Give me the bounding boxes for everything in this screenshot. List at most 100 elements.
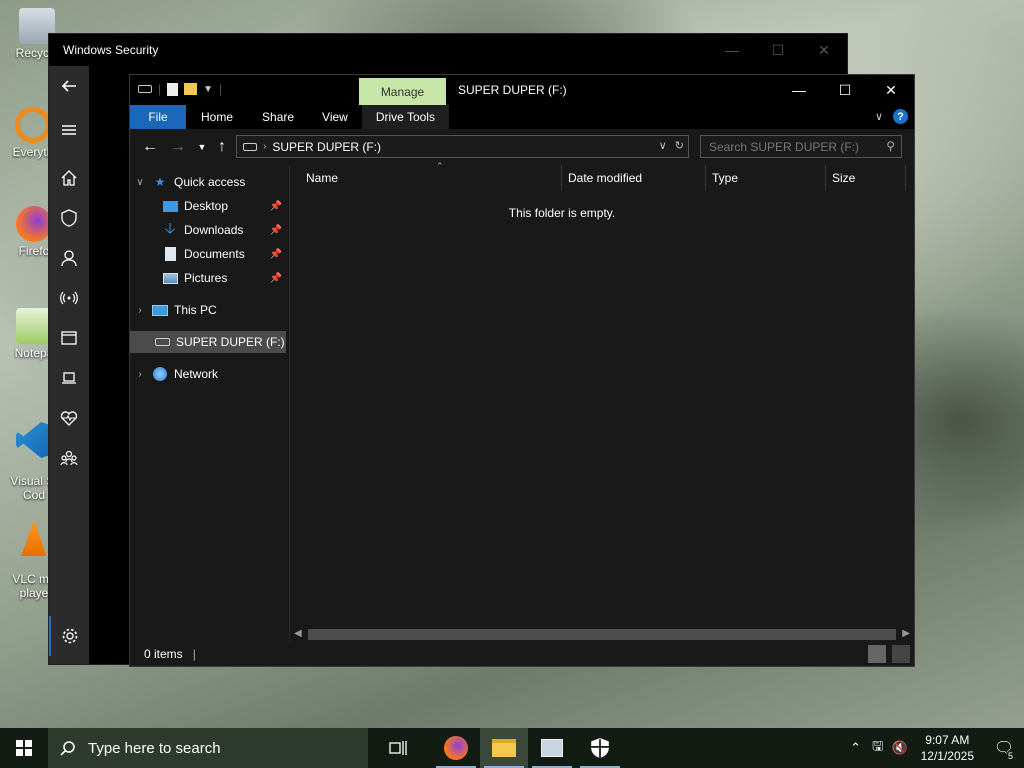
column-header-size[interactable]: Size [826,165,906,191]
sort-ascending-icon: ⌃ [436,161,444,171]
search-input[interactable] [701,136,871,157]
nav-item-pictures[interactable]: Pictures 📌 [130,267,286,289]
nav-item-this-pc[interactable]: › This PC [130,299,286,321]
settings-gear-icon[interactable] [49,616,89,656]
vlc-icon [21,520,47,556]
tab-file[interactable]: File [130,105,186,129]
back-arrow-icon[interactable]: ← [140,138,160,156]
tab-share[interactable]: Share [248,105,308,129]
maximize-button[interactable]: ☐ [755,34,801,66]
start-button[interactable] [0,728,48,768]
file-explorer-window: | ▼ | Manage SUPER DUPER (F:) — ☐ ✕ File… [129,74,915,667]
documents-folder-icon [162,247,178,261]
drive-icon [243,142,257,151]
quick-access-toolbar: | ▼ | [138,82,222,96]
breadcrumb[interactable]: SUPER DUPER (F:) [272,140,381,154]
nav-item-label: Pictures [184,271,228,285]
desktop-icon-label: Firefo [18,244,50,258]
expand-chevron-icon[interactable]: › [134,305,146,316]
account-icon[interactable] [49,238,89,278]
column-header-type[interactable]: Type [706,165,826,191]
taskbar-file-explorer[interactable] [480,728,528,768]
tab-view[interactable]: View [308,105,362,129]
properties-icon[interactable] [167,82,179,96]
clock[interactable]: 9:07 AM 12/1/2025 [911,732,984,764]
scroll-right-icon[interactable]: ▶ [902,628,910,639]
laptop-icon[interactable] [49,358,89,398]
clock-date: 12/1/2025 [920,749,974,763]
file-list: Name ⌃ Date modified Type Size This fold… [290,161,914,641]
new-folder-icon[interactable] [184,83,198,95]
taskbar-windows-security[interactable] [576,728,624,768]
nav-item-super-duper-drive[interactable]: SUPER DUPER (F:) [130,331,286,353]
task-view-button[interactable] [374,728,422,768]
wireless-icon[interactable] [49,278,89,318]
file-explorer-icon [492,739,516,757]
hamburger-menu-icon[interactable] [49,110,89,150]
large-icons-view-icon[interactable] [892,645,910,663]
expand-chevron-icon[interactable]: › [134,369,146,380]
search-box: ⚲ [700,135,902,158]
nav-item-documents[interactable]: Documents 📌 [130,243,286,265]
tab-manage[interactable]: Manage [359,78,446,105]
taskbar-firefox[interactable] [432,728,480,768]
pin-icon[interactable]: 📌 [270,201,282,212]
close-button[interactable]: ✕ [868,75,914,105]
drive-icon [138,85,152,93]
pin-icon[interactable]: 📌 [270,249,282,260]
nav-item-desktop[interactable]: Desktop 📌 [130,195,286,217]
home-icon[interactable] [49,158,89,198]
family-icon[interactable] [49,438,89,478]
search-icon[interactable]: ⚲ [886,139,895,153]
nav-item-label: Desktop [184,199,229,213]
scroll-left-icon[interactable]: ◀ [294,628,302,639]
navigation-pane: ∨ ★ Quick access Desktop 📌 🡣 Downloads 📌… [130,165,290,641]
details-view-icon[interactable] [868,645,886,663]
vscode-icon [16,422,52,458]
address-bar[interactable]: › SUPER DUPER (F:) ∨ ↻ [236,135,689,158]
nav-item-downloads[interactable]: 🡣 Downloads 📌 [130,219,286,241]
shield-icon[interactable] [49,198,89,238]
pin-icon[interactable]: 📌 [270,273,282,284]
heart-health-icon[interactable] [49,398,89,438]
help-icon[interactable]: ? [893,109,908,124]
status-bar: 0 items | [130,642,914,666]
minimize-button[interactable]: — [709,34,755,66]
nav-item-label: Quick access [174,175,246,189]
tab-drive-tools[interactable]: Drive Tools [361,105,449,129]
tab-home[interactable]: Home [186,105,248,129]
windows-security-icon [591,738,609,758]
horizontal-scrollbar[interactable]: ◀ ▶ [290,627,914,642]
address-dropdown-icon[interactable]: ∨ [659,139,667,152]
nav-item-label: SUPER DUPER (F:) [176,335,285,349]
taskbar-search-box[interactable]: Type here to search [48,728,368,768]
address-row: ← → ▼ ↑ › SUPER DUPER (F:) ∨ ↻ ⚲ [130,129,914,165]
recent-locations-chevron-icon[interactable]: ▼ [192,138,212,156]
minimize-button[interactable]: — [776,75,822,105]
separator: | [219,82,223,96]
network-status-icon[interactable]: 🖫 [867,728,889,768]
up-arrow-icon[interactable]: ↑ [212,138,232,156]
nav-item-quick-access[interactable]: ∨ ★ Quick access [130,171,286,193]
column-header-name[interactable]: Name ⌃ [300,161,562,191]
everything-search-icon [15,107,51,143]
maximize-button[interactable]: ☐ [822,75,868,105]
expand-chevron-icon[interactable]: ∨ [134,177,146,188]
customize-qat-icon[interactable]: ▼ [203,84,213,95]
pin-icon[interactable]: 📌 [270,225,282,236]
nav-item-network[interactable]: › Network [130,363,286,385]
volume-muted-icon[interactable]: 🔇 [889,728,911,768]
forward-arrow-icon[interactable]: → [168,138,188,156]
scroll-thumb[interactable] [308,629,896,640]
column-header-date-modified[interactable]: Date modified [562,165,706,191]
clock-time: 9:07 AM [925,733,970,747]
app-browser-icon[interactable] [49,318,89,358]
taskbar-task-manager[interactable] [528,728,576,768]
nav-item-label: Network [174,367,219,381]
refresh-icon[interactable]: ↻ [675,139,684,152]
notifications-button[interactable]: 🗨 5 [984,728,1024,768]
expand-ribbon-icon[interactable]: ∨ [875,110,883,123]
show-hidden-icons-chevron-icon[interactable]: ⌃ [845,728,867,768]
close-button[interactable]: ✕ [801,34,847,66]
back-arrow-icon[interactable] [49,66,89,106]
